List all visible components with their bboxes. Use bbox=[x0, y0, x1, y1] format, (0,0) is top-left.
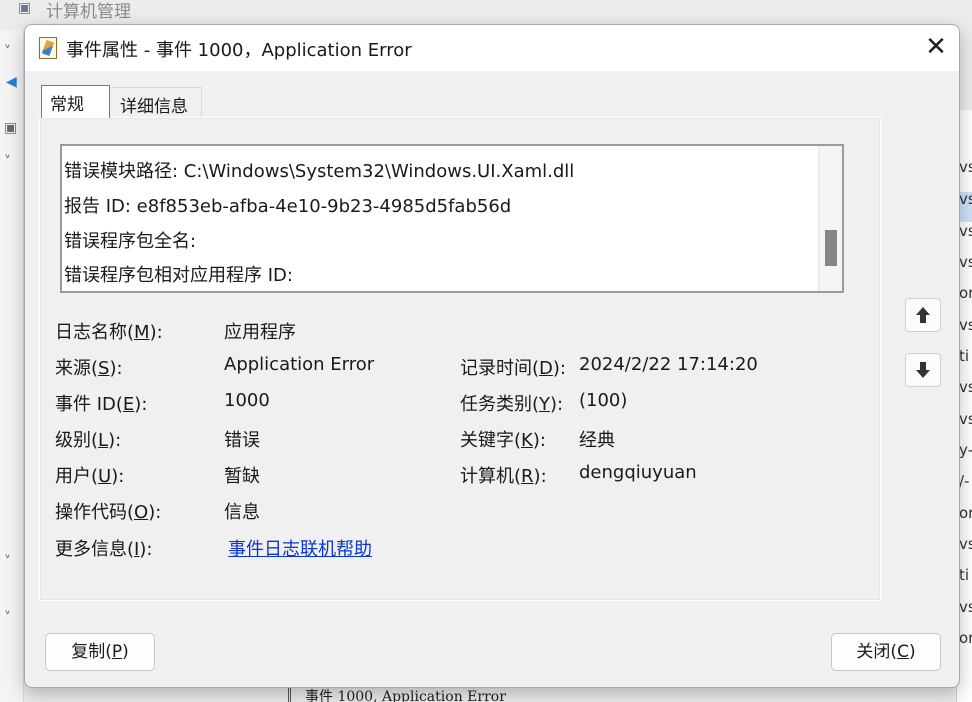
close-icon[interactable]: ✕ bbox=[913, 31, 959, 65]
background-list-item[interactable]: ti bbox=[959, 566, 969, 584]
back-arrow-icon[interactable]: ◀ bbox=[6, 74, 17, 90]
background-list-item[interactable]: y- bbox=[959, 441, 972, 459]
arrow-down-icon bbox=[916, 362, 930, 378]
computer-label: 计算机(R): bbox=[460, 466, 547, 487]
background-list-item[interactable]: vs bbox=[959, 222, 972, 240]
background-list-item[interactable]: or bbox=[959, 284, 972, 302]
background-list-item[interactable]: vs bbox=[959, 410, 972, 428]
tree-expand-icon: ˅ bbox=[4, 554, 11, 570]
background-list-item[interactable]: vs bbox=[959, 598, 972, 616]
previous-event-button[interactable] bbox=[905, 298, 941, 332]
task-category-value: (100) bbox=[579, 390, 628, 411]
description-line: 错误程序包全名: bbox=[64, 231, 197, 252]
level-label: 级别(L): bbox=[55, 430, 122, 451]
source-value: Application Error bbox=[224, 354, 375, 375]
description-line: 错误程序包相对应用程序 ID: bbox=[64, 265, 293, 286]
background-tree-strip: ˅ ◀ ▣ ˅ ˅ ˅ bbox=[0, 30, 24, 702]
computer-value: dengqiuyuan bbox=[579, 462, 697, 483]
background-list-item[interactable]: vs bbox=[959, 253, 972, 271]
background-titlebar: ▣ 计算机管理 bbox=[0, 0, 972, 22]
log-name-label: 日志名称(M): bbox=[55, 322, 163, 343]
background-list-item[interactable]: or bbox=[959, 629, 972, 647]
keywords-label: 关键字(K): bbox=[460, 430, 546, 451]
background-selected-event[interactable]: 事件 1000, Application Error bbox=[288, 686, 506, 702]
tree-expand-icon: ˅ bbox=[4, 154, 11, 170]
arrow-up-icon bbox=[916, 307, 930, 323]
next-event-button[interactable] bbox=[905, 353, 941, 387]
background-list-item[interactable]: ti bbox=[959, 347, 969, 365]
background-list-item[interactable]: or bbox=[959, 504, 972, 522]
dialog-title: 事件属性 - 事件 1000，Application Error bbox=[66, 40, 412, 61]
background-list-item[interactable]: vs bbox=[959, 316, 972, 334]
description-line: 报告 ID: e8f853eb-afba-4e10-9b23-4985d5fab… bbox=[64, 196, 512, 217]
user-label: 用户(U): bbox=[55, 466, 125, 487]
event-description-textbox[interactable]: 错误模块路径: C:\Windows\System32\Windows.UI.X… bbox=[60, 144, 844, 293]
background-list-item[interactable]: vs bbox=[959, 158, 972, 176]
keywords-value: 经典 bbox=[579, 430, 615, 451]
scrollbar-thumb[interactable] bbox=[825, 230, 837, 266]
event-id-value: 1000 bbox=[224, 390, 270, 411]
computer-management-icon: ▣ bbox=[18, 0, 32, 16]
description-scrollbar[interactable] bbox=[818, 146, 842, 291]
description-line: 错误模块路径: C:\Windows\System32\Windows.UI.X… bbox=[64, 161, 575, 182]
opcode-label: 操作代码(O): bbox=[55, 502, 162, 523]
log-name-value: 应用程序 bbox=[224, 322, 296, 343]
close-button[interactable]: 关闭(C) bbox=[831, 633, 941, 671]
task-category-label: 任务类别(Y): bbox=[460, 394, 564, 415]
opcode-value: 信息 bbox=[224, 502, 260, 523]
dialog-titlebar: 事件属性 - 事件 1000，Application Error ✕ bbox=[25, 25, 959, 71]
user-value: 暂缺 bbox=[224, 466, 260, 487]
event-properties-icon bbox=[39, 37, 57, 59]
event-log-online-help-link[interactable]: 事件日志联机帮助 bbox=[228, 535, 372, 561]
logged-label: 记录时间(D): bbox=[460, 358, 566, 379]
logged-value: 2024/2/22 17:14:20 bbox=[579, 354, 758, 375]
copy-button[interactable]: 复制(P) bbox=[45, 633, 155, 671]
background-list-item[interactable]: vs bbox=[959, 378, 972, 396]
event-id-label: 事件 ID(E): bbox=[55, 394, 148, 415]
source-label: 来源(S): bbox=[55, 358, 123, 379]
event-properties-dialog: 事件属性 - 事件 1000，Application Error ✕ 常规 详细… bbox=[24, 24, 960, 688]
tree-node-icon: ▣ bbox=[4, 120, 18, 136]
background-list-item[interactable]: vs bbox=[959, 190, 972, 208]
tab-general[interactable]: 常规 bbox=[41, 85, 110, 118]
more-info-label: 更多信息(I): bbox=[55, 539, 153, 560]
tree-expand-icon: ˅ bbox=[4, 44, 11, 60]
background-list-item[interactable]: vs bbox=[959, 535, 972, 553]
background-app-title: 计算机管理 bbox=[46, 2, 131, 22]
tab-details[interactable]: 详细信息 bbox=[112, 87, 202, 119]
level-value: 错误 bbox=[224, 430, 260, 451]
background-list-item[interactable]: /- bbox=[959, 472, 969, 490]
tree-expand-icon: ˅ bbox=[4, 610, 11, 626]
